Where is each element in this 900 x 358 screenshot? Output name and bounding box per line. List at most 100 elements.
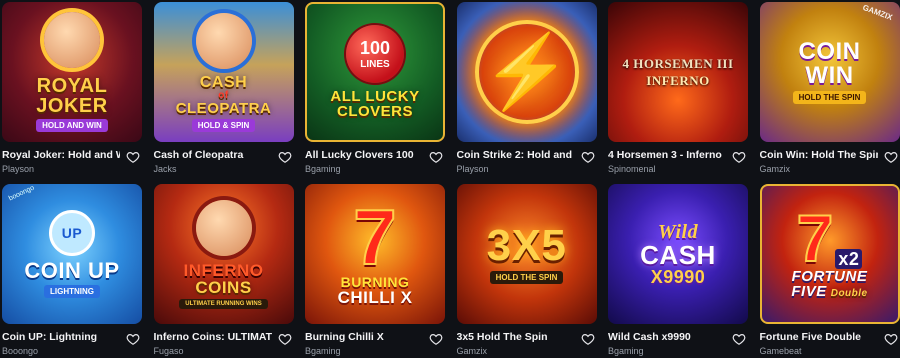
thumb-art-text: INFERNO <box>183 260 264 280</box>
thumb-art-text: of <box>218 89 229 101</box>
game-thumbnail[interactable]: 7 x2 FORTUNE FIVE Double <box>759 184 900 324</box>
game-card[interactable]: ROYAL JOKER HOLD AND WIN Royal Joker: Ho… <box>2 2 142 176</box>
game-thumbnail[interactable]: Wild CASH X9990 <box>608 184 748 324</box>
favorite-heart-icon[interactable] <box>884 332 898 346</box>
game-card[interactable]: 7 BURNING CHILLI X Burning Chilli X Bgam… <box>305 184 445 358</box>
game-title[interactable]: Wild Cash x9990 <box>608 331 726 344</box>
game-provider: Fugaso <box>153 346 184 356</box>
game-thumbnail[interactable]: GAMZIX COIN WIN HOLD THE SPIN <box>759 2 900 142</box>
game-thumbnail[interactable]: ROYAL JOKER HOLD AND WIN <box>2 2 142 142</box>
thumb-art-text: UP <box>61 225 83 241</box>
game-provider: Gamebeat <box>759 346 802 356</box>
game-card[interactable]: GAMZIX COIN WIN HOLD THE SPIN Coin Win: … <box>759 2 900 176</box>
game-title[interactable]: 4 Horsemen 3 - Inferno <box>608 149 726 162</box>
thumb-art-text: 7 <box>352 193 397 282</box>
lightning-bolt-icon: ⚡ <box>481 32 572 112</box>
thumb-art-text: 100 <box>359 38 391 58</box>
thumb-art-text: WIN <box>805 62 854 89</box>
thumb-art-text: 7 <box>796 201 835 276</box>
thumb-art-text: FIVE <box>791 282 827 300</box>
thumb-art-text: BURNING <box>340 273 410 290</box>
favorite-heart-icon[interactable] <box>126 332 140 346</box>
thumb-banner: LIGHTNING <box>44 285 100 298</box>
thumb-art-text: 4 HORSEMEN III <box>622 56 734 71</box>
game-card[interactable]: ⚡ Coin Strike 2: Hold and ... Playson <box>456 2 597 176</box>
favorite-heart-icon[interactable] <box>278 150 292 164</box>
game-title[interactable]: 3x5 Hold The Spin <box>457 331 575 344</box>
game-provider: Jacks <box>153 164 177 174</box>
favorite-heart-icon[interactable] <box>581 150 595 164</box>
favorite-heart-icon[interactable] <box>278 332 292 346</box>
game-thumbnail[interactable]: ⚡ <box>456 2 597 142</box>
provider-badge: GAMZIX <box>861 2 895 23</box>
game-card[interactable]: 4 HORSEMEN III INFERNO 4 Horsemen 3 - In… <box>608 2 748 176</box>
cherry-image: 100 LINES <box>346 25 404 83</box>
game-card[interactable]: 3X5 HOLD THE SPIN 3x5 Hold The Spin Gamz… <box>456 184 597 358</box>
game-thumbnail[interactable]: 7 BURNING CHILLI X <box>305 184 445 324</box>
coin-ring-image: ⚡ <box>474 20 579 124</box>
game-title[interactable]: Inferno Coins: ULTIMATE ... <box>154 331 272 344</box>
thumb-banner: HOLD THE SPIN <box>792 91 867 104</box>
game-title[interactable]: Royal Joker: Hold and Win <box>2 149 120 162</box>
game-provider: Gamzix <box>759 164 791 174</box>
thumb-art-text: COIN UP <box>24 258 120 283</box>
game-card[interactable]: INFERNO COINS ULTIMATE RUNNING WINS Infe… <box>153 184 294 358</box>
thumb-art-text: CLEOPATRA <box>175 99 272 117</box>
game-provider: Booongo <box>2 346 39 356</box>
game-title[interactable]: Coin UP: Lightning <box>2 331 120 344</box>
favorite-heart-icon[interactable] <box>732 150 746 164</box>
game-thumbnail[interactable]: INFERNO COINS ULTIMATE RUNNING WINS <box>153 184 294 324</box>
thumb-art-text: x2 <box>835 248 863 269</box>
game-title[interactable]: Coin Win: Hold The Spin <box>760 149 878 162</box>
game-thumbnail[interactable]: 3X5 HOLD THE SPIN <box>456 184 597 324</box>
thumb-art-text: JOKER <box>36 95 108 117</box>
favorite-heart-icon[interactable] <box>126 150 140 164</box>
thumb-art-text: ALL LUCKY <box>330 88 420 105</box>
thumb-art-text: CHILLI X <box>337 287 413 307</box>
thumb-banner: HOLD AND WIN <box>36 119 108 132</box>
thumb-art-text: CLOVERS <box>336 103 413 120</box>
game-thumbnail[interactable]: booongo UP COIN UP LIGHTNING <box>2 184 142 324</box>
thumb-art-text: ROYAL <box>36 75 108 97</box>
thumb-art-text: INFERNO <box>646 73 710 88</box>
thumb-art-text: X9990 <box>650 267 706 287</box>
thumb-art-text: CASH <box>199 73 248 91</box>
game-card[interactable]: 100 LINES ALL LUCKY CLOVERS All Lucky Cl… <box>305 2 445 176</box>
thumb-art-text: Wild <box>657 221 699 243</box>
game-provider: Bgaming <box>305 346 341 356</box>
game-provider: Playson <box>2 164 35 174</box>
joker-face-image <box>44 12 100 68</box>
game-card[interactable]: Wild CASH X9990 Wild Cash x9990 Bgaming <box>608 184 748 358</box>
game-provider: Spinomenal <box>608 164 656 174</box>
thumb-art-text: COIN <box>798 38 861 65</box>
game-thumbnail[interactable]: CASH of CLEOPATRA HOLD & SPIN <box>153 2 294 142</box>
game-title[interactable]: Fortune Five Double <box>760 331 878 344</box>
thumb-banner: ULTIMATE RUNNING WINS <box>179 298 268 309</box>
game-card[interactable]: 7 x2 FORTUNE FIVE Double Fortune Five Do… <box>759 184 900 358</box>
game-title[interactable]: Cash of Cleopatra <box>154 149 272 162</box>
game-title[interactable]: Burning Chilli X <box>305 331 423 344</box>
favorite-heart-icon[interactable] <box>732 332 746 346</box>
favorite-heart-icon[interactable] <box>884 150 898 164</box>
provider-badge: booongo <box>7 184 36 203</box>
cleopatra-image <box>195 12 252 69</box>
game-provider: Playson <box>456 164 489 174</box>
favorite-heart-icon[interactable] <box>429 150 443 164</box>
thumb-art-text: FORTUNE <box>791 267 868 285</box>
thumb-art-text: CASH <box>640 240 716 270</box>
thumb-art-text: LINES <box>360 59 390 70</box>
game-title[interactable]: All Lucky Clovers 100 <box>305 149 423 162</box>
thumb-art-text: 3X5 <box>486 221 567 270</box>
thumb-banner: HOLD & SPIN <box>191 118 256 132</box>
game-card[interactable]: booongo UP COIN UP LIGHTNING Coin UP: Li… <box>2 184 142 358</box>
game-thumbnail[interactable]: 4 HORSEMEN III INFERNO <box>608 2 748 142</box>
game-card[interactable]: CASH of CLEOPATRA HOLD & SPIN Cash of Cl… <box>153 2 294 176</box>
game-provider: Bgaming <box>608 346 644 356</box>
favorite-heart-icon[interactable] <box>581 332 595 346</box>
game-title[interactable]: Coin Strike 2: Hold and ... <box>457 149 575 162</box>
thumb-banner: HOLD THE SPIN <box>489 271 564 284</box>
game-thumbnail[interactable]: 100 LINES ALL LUCKY CLOVERS <box>305 2 445 142</box>
coin-image: UP <box>49 210 95 256</box>
game-provider: Gamzix <box>456 346 488 356</box>
favorite-heart-icon[interactable] <box>429 332 443 346</box>
